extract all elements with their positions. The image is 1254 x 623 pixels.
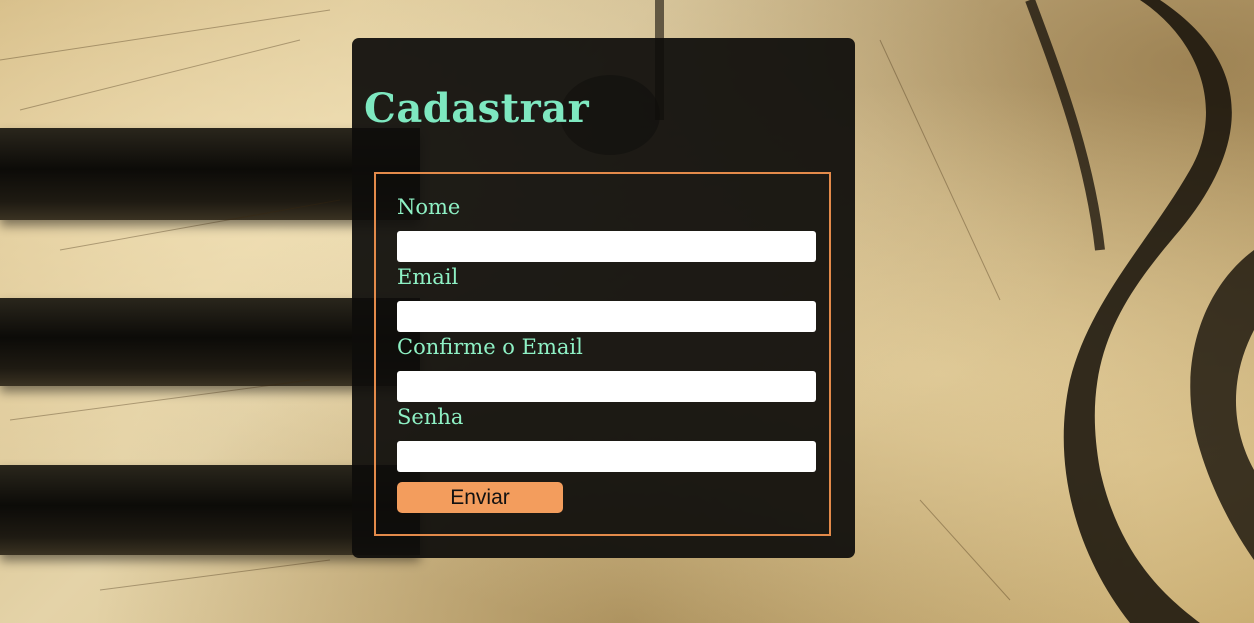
name-input[interactable] [397,231,816,262]
email-input[interactable] [397,301,816,332]
register-form: Nome Email Confirme o Email Senha Enviar [374,172,831,536]
email-label: Email [397,265,459,289]
submit-button[interactable]: Enviar [397,482,563,513]
password-input[interactable] [397,441,816,472]
confirm-email-input[interactable] [397,371,816,402]
confirm-email-label: Confirme o Email [397,335,583,359]
page-title: Cadastrar [364,85,590,132]
name-label: Nome [397,195,461,219]
register-panel: Cadastrar Nome Email Confirme o Email Se… [352,38,855,558]
password-label: Senha [397,405,464,429]
treble-clef-icon [1025,0,1254,623]
